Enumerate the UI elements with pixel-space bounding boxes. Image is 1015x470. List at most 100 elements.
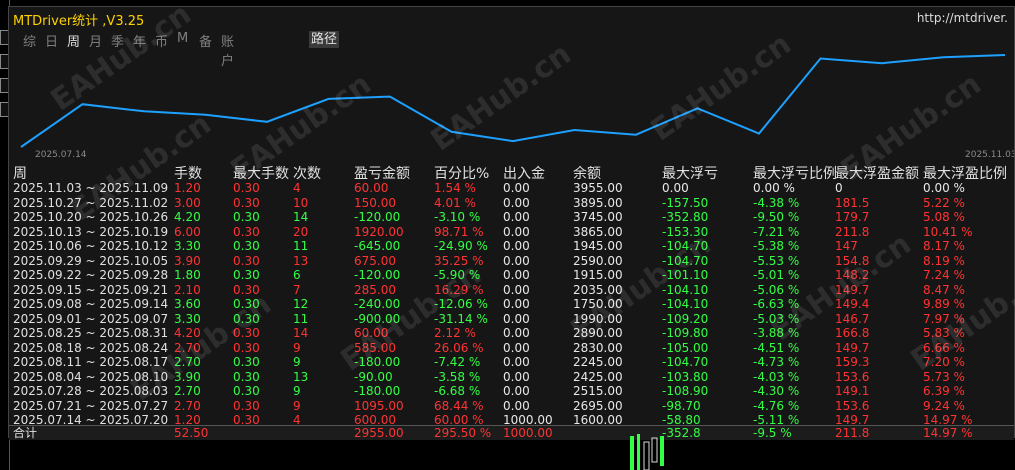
cell-flow: 0.00	[503, 239, 530, 253]
table-row: 2025.10.27 ~ 2025.11.02 3.00 0.30 10 150.00 4…	[9, 196, 1014, 211]
cell-count: 14	[293, 210, 309, 224]
cell-balance: 2425.00	[573, 369, 623, 384]
cell-flow: 0.00	[503, 210, 530, 224]
cell-count: 12	[293, 297, 309, 311]
cell-lots: 2.70	[174, 398, 201, 413]
cell-lots: 3.30	[174, 239, 201, 253]
cell-pnl: 285.00	[354, 282, 396, 297]
cell-pct: -3.10 %	[434, 210, 481, 224]
cell-maxlots: 0.30	[233, 253, 260, 268]
cell-maxdd: -109.80	[662, 326, 709, 340]
cell-maxfp: 149.1	[835, 384, 870, 398]
cell-flow: 0.00	[503, 195, 530, 210]
cell-pct: 1.54 %	[434, 181, 476, 195]
tab-8[interactable]: 备	[199, 31, 212, 50]
cell-maxddpct: -5.53 %	[753, 253, 800, 268]
tab-0[interactable]: 综	[23, 31, 36, 50]
tab-2[interactable]: 周	[67, 31, 80, 50]
cell-balance: 3895.00	[573, 195, 623, 210]
cell-count: 9	[293, 384, 301, 398]
cell-lots: 1.20	[174, 181, 201, 195]
cell-pct: 68.44 %	[434, 398, 484, 413]
cell-lots: 2.10	[174, 282, 201, 297]
cell-flow: 0.00	[503, 224, 530, 239]
total-flow: 1000.00	[503, 426, 553, 440]
cell-lots: 3.90	[174, 253, 201, 268]
cell-maxddpct: -4.30 %	[753, 384, 800, 398]
column-header: 周	[13, 166, 27, 182]
cell-flow: 0.00	[503, 340, 530, 355]
path-button[interactable]: 路径	[309, 31, 340, 48]
cell-pct: 4.01 %	[434, 195, 476, 210]
cell-maxdd: -105.00	[662, 340, 709, 355]
cell-period: 2025.09.08 ~ 2025.09.14	[13, 297, 169, 311]
cell-maxfppct: 0.00 %	[923, 181, 965, 195]
cell-pct: -3.58 %	[434, 369, 481, 384]
cell-maxddpct: 0.00 %	[753, 181, 795, 195]
column-header: 出入金	[503, 166, 545, 182]
column-header: 百分比%	[434, 166, 490, 182]
url-link[interactable]: http://mtdriver.	[917, 11, 1008, 25]
cell-maxddpct: -5.06 %	[753, 282, 800, 297]
cell-flow: 0.00	[503, 384, 530, 398]
cell-maxlots: 0.30	[233, 224, 260, 239]
cell-maxfppct: 6.39 %	[923, 384, 965, 398]
cell-flow: 0.00	[503, 369, 530, 384]
cell-maxdd: 0.00	[662, 181, 689, 195]
cell-maxlots: 0.30	[233, 210, 260, 224]
total-pct: 295.50 %	[434, 426, 492, 440]
cell-balance: 1945.00	[573, 239, 623, 253]
cell-lots: 4.20	[174, 210, 201, 224]
cell-maxfp: 153.6	[835, 369, 870, 384]
cell-maxdd: -103.80	[662, 369, 709, 384]
cell-pct: -7.42 %	[434, 355, 481, 369]
cell-period: 2025.08.18 ~ 2025.08.24	[13, 340, 169, 355]
cell-flow: 0.00	[503, 326, 530, 340]
tab-3[interactable]: 月	[89, 31, 102, 50]
cell-lots: 2.70	[174, 384, 201, 398]
cell-balance: 3745.00	[573, 210, 623, 224]
cell-count: 13	[293, 369, 309, 384]
cell-balance: 2515.00	[573, 384, 623, 398]
cell-maxlots: 0.30	[233, 268, 260, 282]
cell-lots: 3.60	[174, 297, 201, 311]
cell-maxfppct: 8.47 %	[923, 282, 965, 297]
x-end-label: 2025.11.03	[965, 150, 1014, 160]
tab-1[interactable]: 日	[45, 31, 58, 50]
cell-maxdd: -109.20	[662, 311, 709, 326]
cell-flow: 0.00	[503, 181, 530, 195]
cell-period: 2025.10.06 ~ 2025.10.12	[13, 239, 169, 253]
cell-count: 11	[293, 311, 309, 326]
cell-pct: -6.68 %	[434, 384, 481, 398]
cell-maxdd: -108.90	[662, 384, 709, 398]
cell-flow: 0.00	[503, 355, 530, 369]
table-row: 2025.07.21 ~ 2025.07.27 2.70 0.30 9 1095.00 6…	[9, 399, 1014, 414]
column-header: 手数	[174, 166, 202, 182]
cell-count: 9	[293, 398, 301, 413]
column-header: 最大浮亏	[662, 166, 718, 182]
cell-maxfppct: 8.17 %	[923, 239, 965, 253]
cell-pnl: 60.00	[354, 181, 389, 195]
total-pnl: 2955.00	[354, 426, 404, 440]
cell-period: 2025.09.01 ~ 2025.09.07	[13, 311, 169, 326]
cell-flow: 0.00	[503, 311, 530, 326]
cell-pnl: 675.00	[354, 253, 396, 268]
cell-balance: 3865.00	[573, 224, 623, 239]
cell-maxdd: -98.70	[662, 398, 701, 413]
cell-balance: 2695.00	[573, 398, 623, 413]
column-header: 余额	[573, 166, 601, 182]
cell-pct: -24.90 %	[434, 239, 488, 253]
cell-pnl: -120.00	[354, 268, 401, 282]
cell-pct: 98.71 %	[434, 224, 484, 239]
total-row: 合计 52.50 2955.00 295.50 % 1000.00 -352.8 -9.5 …	[9, 425, 1014, 440]
cell-lots: 3.00	[174, 195, 201, 210]
cell-period: 2025.09.22 ~ 2025.09.28	[13, 268, 169, 282]
cell-pnl: 1920.00	[354, 224, 404, 239]
cell-maxdd: -104.70	[662, 355, 709, 369]
cell-maxfp: 159.3	[835, 355, 870, 369]
cell-maxdd: -157.50	[662, 195, 709, 210]
total-maxddpct: -9.5 %	[753, 426, 792, 440]
cell-maxfp: 0	[835, 181, 843, 195]
cell-period: 2025.08.25 ~ 2025.08.31	[13, 326, 169, 340]
cell-maxddpct: -4.38 %	[753, 195, 800, 210]
